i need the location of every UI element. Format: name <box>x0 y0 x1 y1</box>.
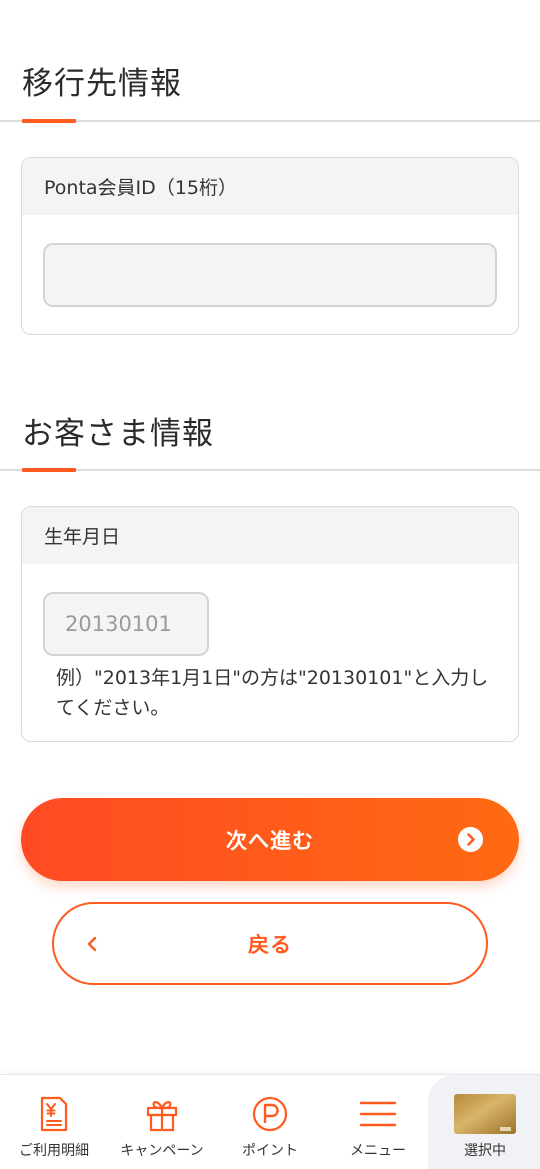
tab-selected-card[interactable]: 選択中 <box>428 1075 540 1169</box>
point-p-icon <box>252 1096 288 1132</box>
section-title-customer: お客さま情報 <box>22 416 214 452</box>
ponta-id-input[interactable] <box>43 243 497 307</box>
birthdate-input[interactable] <box>43 592 209 656</box>
birthdate-card: 生年月日 例）"2013年1月1日"の方は"20130101"と入力してください… <box>21 506 519 742</box>
birthdate-label: 生年月日 <box>22 507 518 564</box>
ponta-id-card: Ponta会員ID（15桁） <box>21 157 519 335</box>
statement-yen-icon <box>40 1096 68 1132</box>
tab-menu[interactable]: メニュー <box>324 1075 432 1169</box>
tab-statement[interactable]: ご利用明細 <box>0 1075 108 1169</box>
section-accent-bar <box>22 468 76 472</box>
back-button[interactable]: 戻る <box>52 902 488 985</box>
gift-icon <box>146 1101 178 1132</box>
next-button-label: 次へ進む <box>226 828 314 853</box>
bottom-tab-bar: ご利用明細 キャンペーン ポイント メニュー 選択中 <box>0 1074 540 1169</box>
chevron-right-circle-icon <box>458 827 483 852</box>
ponta-id-label: Ponta会員ID（15桁） <box>22 158 518 215</box>
section-title-transfer: 移行先情報 <box>22 66 182 102</box>
back-button-label: 戻る <box>248 932 292 957</box>
tab-label-statement: ご利用明細 <box>19 1143 89 1159</box>
birthdate-hint: 例）"2013年1月1日"の方は"20130101"と入力してください。 <box>56 667 489 719</box>
chevron-left-icon <box>87 936 97 952</box>
tab-label-campaign: キャンペーン <box>120 1143 204 1159</box>
gold-card-icon <box>454 1094 516 1134</box>
tab-label-point: ポイント <box>242 1143 298 1159</box>
section-divider <box>0 120 540 122</box>
tab-label-menu: メニュー <box>350 1143 406 1159</box>
section-accent-bar <box>22 119 76 123</box>
next-button[interactable]: 次へ進む <box>21 798 519 881</box>
tab-campaign[interactable]: キャンペーン <box>108 1075 216 1169</box>
tab-point[interactable]: ポイント <box>216 1075 324 1169</box>
section-divider <box>0 469 540 471</box>
hamburger-menu-icon <box>359 1101 397 1127</box>
tab-label-selected: 選択中 <box>464 1143 506 1159</box>
